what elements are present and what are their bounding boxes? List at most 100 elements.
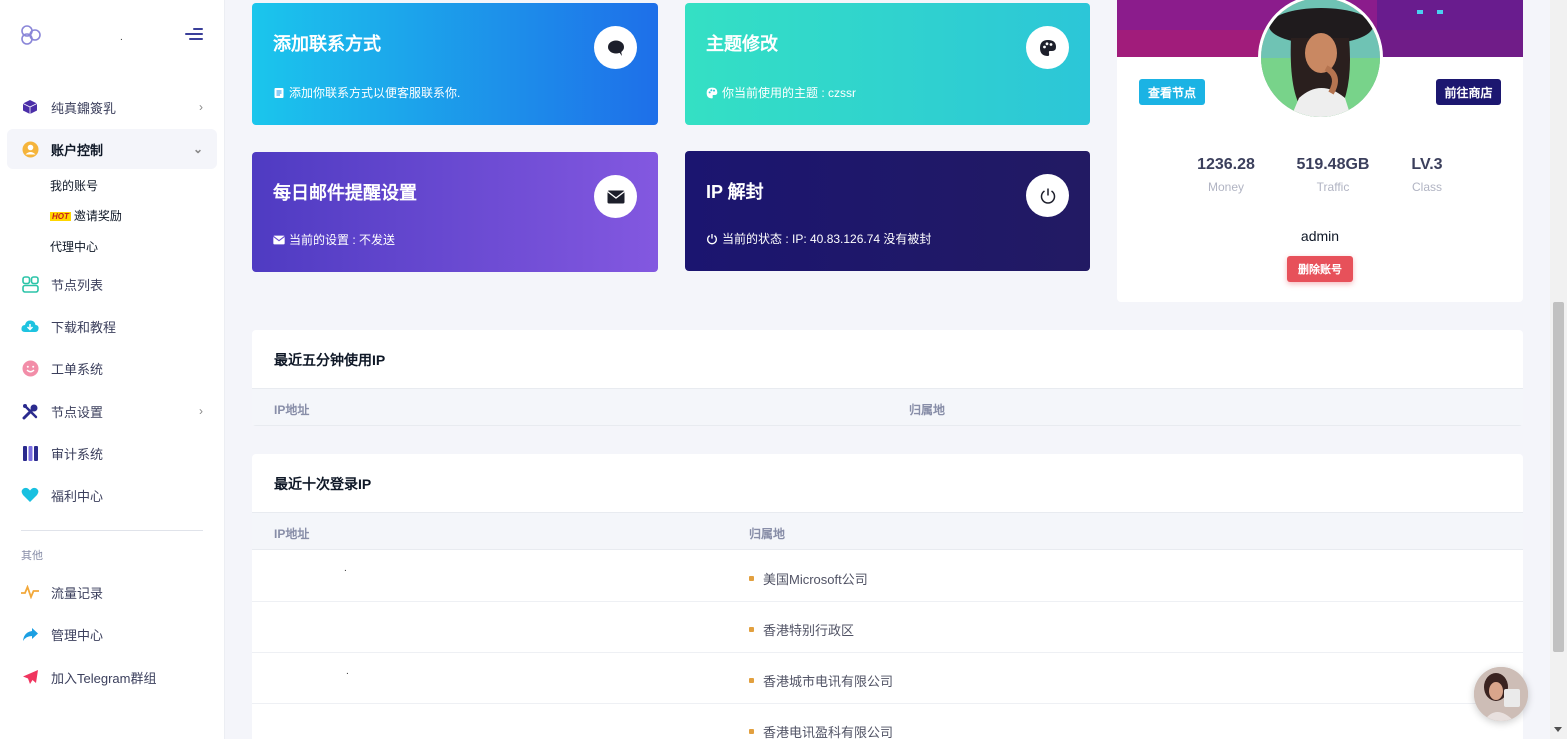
sidebar-subitem-label: 邀请奖励 [73, 209, 122, 223]
nodes-icon [21, 275, 39, 293]
sidebar-item-home[interactable]: 纯真鐤簽乳 › [7, 87, 217, 127]
palette-icon [1039, 39, 1056, 56]
card-text-label: 添加你联系方式以便客服联系你. [289, 86, 461, 100]
envelope-small-icon [273, 235, 285, 244]
stat-value: LV.3 [1411, 156, 1443, 173]
sidebar-item-admin[interactable]: 管理中心 [7, 614, 217, 654]
sidebar-item-telegram[interactable]: 加入Telegram群组 [7, 657, 217, 697]
palette-small-icon [706, 87, 718, 98]
stat-value: 519.48GB [1296, 156, 1370, 173]
sidebar-item-welfare[interactable]: 福利中心 [7, 475, 217, 515]
brand[interactable]: . [20, 24, 210, 48]
tools-icon [21, 402, 39, 420]
panel-title: 最近五分钟使用IP [274, 352, 386, 368]
sidebar-item-label: 福利中心 [51, 488, 104, 504]
table-header: IP地址 归属地 [252, 388, 1523, 426]
card-text: 你当前使用的主题 : czssr [706, 84, 856, 101]
scrollbar-thumb[interactable] [1553, 302, 1564, 652]
ip-unblock-card: IP 解封 当前的状态 : IP: 40.83.126.74 没有被封 [685, 151, 1090, 271]
location-text: 香港电讯盈科有限公司 [763, 725, 894, 739]
sidebar-subitem-my-account[interactable]: 我的账号 [50, 177, 98, 194]
envelope-icon [606, 190, 625, 203]
cloud-download-icon [21, 317, 39, 335]
card-title: 主题修改 [706, 34, 778, 54]
location-text: 香港城市电讯有限公司 [763, 674, 894, 689]
table-row: 香港特别行政区 [252, 602, 1523, 653]
username: admin [1300, 228, 1340, 244]
chevron-down-icon: ⌄ [192, 142, 203, 156]
menu-toggle-icon[interactable] [185, 28, 203, 42]
sidebar-item-label: 账户控制 [51, 142, 104, 158]
power-button[interactable] [1026, 174, 1069, 217]
location-text: 美国Microsoft公司 [763, 572, 868, 587]
heart-icon [21, 486, 39, 504]
status-dot [749, 729, 754, 734]
logo-icon [21, 25, 41, 45]
scroll-down-arrow-icon[interactable] [1554, 727, 1562, 732]
email-button[interactable] [594, 175, 637, 218]
sidebar-item-node-settings[interactable]: 节点设置 › [7, 391, 217, 431]
chevron-right-icon: › [199, 100, 203, 114]
floating-chat-avatar[interactable] [1474, 667, 1528, 721]
audit-icon [21, 444, 39, 462]
sidebar-item-label: 管理中心 [51, 627, 104, 643]
profile-card: 查看节点 前往商店 1236.28 Money 519.48GB Traffic… [1117, 0, 1523, 302]
stat-money: 1236.28 Money [1176, 156, 1276, 194]
user-circle-icon [21, 140, 39, 158]
email-card: 每日邮件提醒设置 当前的设置 : 不发送 [252, 152, 658, 272]
sidebar-item-label: 流量记录 [51, 585, 104, 601]
card-text: 当前的设置 : 不发送 [273, 231, 395, 248]
ip-cell: . [344, 563, 347, 574]
location-text: 香港特别行政区 [763, 623, 855, 638]
sidebar-item-downloads[interactable]: 下载和教程 [7, 306, 217, 346]
card-text-label: 你当前使用的主题 : czssr [722, 86, 856, 100]
go-shop-button[interactable]: 前往商店 [1436, 79, 1501, 105]
avatar[interactable] [1258, 0, 1383, 120]
view-nodes-button[interactable]: 查看节点 [1139, 79, 1205, 105]
status-dot [749, 678, 754, 683]
chat-icon [607, 40, 624, 56]
card-title: 添加联系方式 [273, 34, 381, 54]
delete-account-button[interactable]: 删除账号 [1287, 256, 1353, 282]
chevron-right-icon: › [199, 404, 203, 418]
card-title: 每日邮件提醒设置 [273, 183, 417, 203]
telegram-icon [21, 668, 39, 686]
sidebar-section-label: 其他 [21, 550, 43, 562]
power-small-icon [707, 233, 717, 244]
vertical-scrollbar[interactable] [1550, 0, 1567, 739]
sidebar-item-account[interactable]: 账户控制 ⌄ [7, 129, 217, 169]
chat-button[interactable] [594, 26, 637, 69]
location-cell: 香港特别行政区 [749, 620, 854, 639]
sidebar: . 纯真鐤簽乳 › 账户控制 ⌄ 我的账号 HOT 邀请奖励 代理中心 节点列表 … [0, 0, 225, 739]
sidebar-item-label: 工单系统 [51, 361, 104, 377]
stat-label: Class [1411, 180, 1442, 194]
card-text-label: 当前的状态 : IP: 40.83.126.74 没有被封 [722, 232, 932, 246]
sidebar-item-tickets[interactable]: 工单系统 [7, 348, 217, 388]
column-header-ip: IP地址 [274, 527, 310, 541]
palette-button[interactable] [1026, 26, 1069, 69]
stat-traffic: 519.48GB Traffic [1283, 156, 1383, 194]
table-row: . 香港城市电讯有限公司 [252, 653, 1523, 704]
location-cell: 美国Microsoft公司 [749, 569, 868, 588]
panel-title: 最近十次登录IP [274, 476, 372, 492]
sidebar-subitem-agent[interactable]: 代理中心 [50, 238, 98, 255]
stat-label: Traffic [1316, 180, 1350, 194]
sidebar-divider [21, 530, 203, 531]
sidebar-item-label: 审计系统 [51, 446, 104, 462]
sidebar-item-audit[interactable]: 审计系统 [7, 433, 217, 473]
document-icon [274, 87, 284, 98]
sidebar-item-traffic-log[interactable]: 流量记录 [7, 572, 217, 612]
stat-class: LV.3 Class [1377, 156, 1477, 194]
sidebar-subitem-invite[interactable]: HOT 邀请奖励 [50, 207, 122, 224]
column-header-ip: IP地址 [274, 403, 310, 417]
stat-value: 1236.28 [1197, 156, 1255, 173]
card-text-label: 当前的设置 : 不发送 [289, 233, 396, 247]
card-title: IP 解封 [706, 182, 764, 202]
sidebar-item-label: 节点设置 [51, 404, 104, 420]
stat-label: Money [1207, 180, 1245, 194]
login-ip-panel: 最近十次登录IP IP地址 归属地 . 美国Microsoft公司 香港特别行政… [252, 454, 1523, 739]
table-row: . 美国Microsoft公司 [252, 551, 1523, 602]
sidebar-item-nodes[interactable]: 节点列表 [7, 264, 217, 304]
ip-cell: . [346, 666, 349, 677]
power-icon [1040, 188, 1055, 204]
